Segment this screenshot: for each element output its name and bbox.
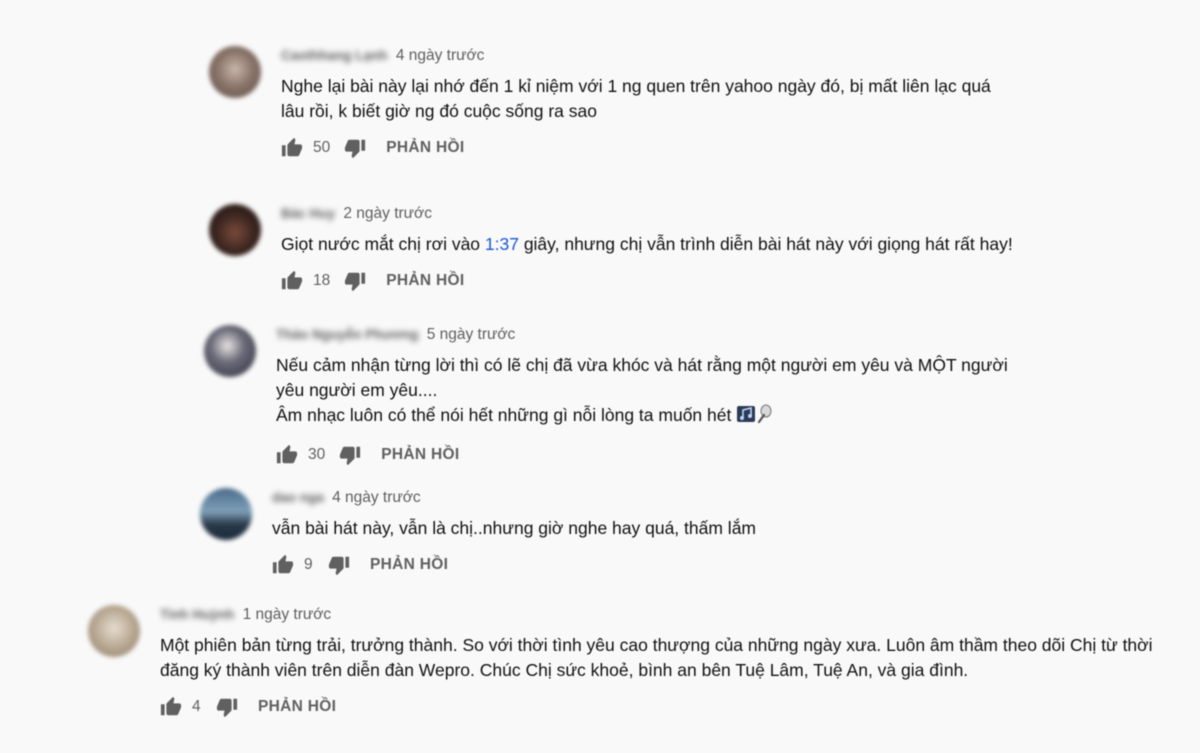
author-name[interactable]: Bác Huy [281, 204, 335, 224]
comment-time[interactable]: 2 ngày trước [343, 205, 432, 222]
avatar[interactable] [204, 325, 256, 377]
author-name[interactable]: Tình Huỳnh [160, 605, 234, 625]
comment-actions: 18 PHẢN HỒI [281, 269, 1041, 293]
comment-actions: 50 PHẢN HỒI [281, 136, 1041, 160]
author-name[interactable]: Thảo Nguyễn Phương [276, 325, 418, 345]
thumb-down-icon[interactable] [216, 696, 238, 718]
thumb-up-icon[interactable] [160, 696, 182, 718]
comment-text-line: Giọt nước mắt chị rơi vào 1:37 giây, như… [281, 234, 1013, 254]
reply-button[interactable]: PHẢN HỒI [386, 272, 464, 290]
comment-text: Nghe lại bài này lại nhớ đến 1 kỉ niệm v… [281, 74, 1041, 124]
avatar[interactable] [209, 204, 261, 256]
thumb-down-icon[interactable] [344, 137, 366, 159]
comment-time[interactable]: 4 ngày trước [396, 47, 485, 64]
comment-header: Caothhang Lạnh 4 ngày trước [281, 46, 1041, 66]
comment-text: Giọt nước mắt chị rơi vào 1:37 giây, như… [281, 232, 1041, 257]
thumb-down-icon[interactable] [344, 270, 366, 292]
comment-text-line: yêu người em yêu.... [276, 380, 438, 400]
like-count: 9 [304, 556, 313, 573]
thumb-up-icon[interactable] [281, 270, 303, 292]
thumb-up-icon[interactable] [276, 444, 298, 466]
like-count: 4 [192, 698, 201, 715]
comment-text-line: lâu rồi, k biết giờ ng đó cuộc sống ra s… [281, 101, 597, 121]
comment-time[interactable]: 1 ngày trước [243, 606, 332, 623]
comment-text-line: Nghe lại bài này lại nhớ đến 1 kỉ niệm v… [281, 76, 991, 96]
comment-text-line: Một phiên bản từng trải, trưởng thành. S… [160, 635, 1153, 655]
like-count: 30 [308, 446, 326, 463]
thumb-up-icon[interactable] [272, 554, 294, 576]
music-notes-icon [736, 404, 756, 431]
comment-text: Nếu cảm nhận từng lời thì có lẽ chị đã v… [276, 353, 1036, 431]
thumb-up-icon[interactable] [281, 137, 303, 159]
comment-header: Tình Huỳnh 1 ngày trước [160, 605, 1200, 625]
avatar[interactable] [88, 605, 140, 657]
comment-time[interactable]: 4 ngày trước [332, 489, 421, 506]
comment-text: Một phiên bản từng trải, trưởng thành. S… [160, 633, 1200, 683]
comments-section: Caothhang Lạnh 4 ngày trước Nghe lại bài… [0, 0, 1200, 753]
comment-actions: 30 PHẢN HỒI [276, 443, 1036, 467]
reply-button[interactable]: PHẢN HỒI [370, 556, 448, 574]
comment-actions: 4 PHẢN HỒI [160, 695, 1200, 719]
comment-header: Bác Huy 2 ngày trước [281, 204, 1041, 224]
thumb-down-icon[interactable] [339, 444, 361, 466]
author-name[interactable]: Caothhang Lạnh [281, 46, 388, 66]
author-name[interactable]: dao nga [272, 488, 324, 508]
microphone-icon [756, 404, 774, 431]
comment-text-line: Nếu cảm nhận từng lời thì có lẽ chị đã v… [276, 355, 1008, 375]
avatar[interactable] [209, 46, 261, 98]
comment-header: dao nga 4 ngày trước [272, 488, 1032, 508]
timestamp-link[interactable]: 1:37 [485, 234, 519, 254]
reply-button[interactable]: PHẢN HỒI [386, 139, 464, 157]
like-count: 50 [313, 139, 331, 156]
comment-header: Thảo Nguyễn Phương 5 ngày trước [276, 325, 1036, 345]
reply-button[interactable]: PHẢN HỒI [258, 698, 336, 716]
reply-button[interactable]: PHẢN HỒI [381, 446, 459, 464]
comment-text-line: vẫn bài hát này, vẫn là chị..nhưng giờ n… [272, 518, 757, 538]
like-count: 18 [313, 272, 331, 289]
avatar[interactable] [200, 488, 252, 540]
thumb-down-icon[interactable] [328, 554, 350, 576]
comment-time[interactable]: 5 ngày trước [427, 326, 516, 343]
comment-actions: 9 PHẢN HỒI [272, 553, 1032, 577]
comment-text: vẫn bài hát này, vẫn là chị..nhưng giờ n… [272, 516, 1032, 541]
comment-text-line: Âm nhạc luôn có thể nói hết những gì nỗi… [276, 403, 1036, 431]
comment-text-line: đăng ký thành viên trên diễn đàn Wepro. … [160, 660, 969, 680]
